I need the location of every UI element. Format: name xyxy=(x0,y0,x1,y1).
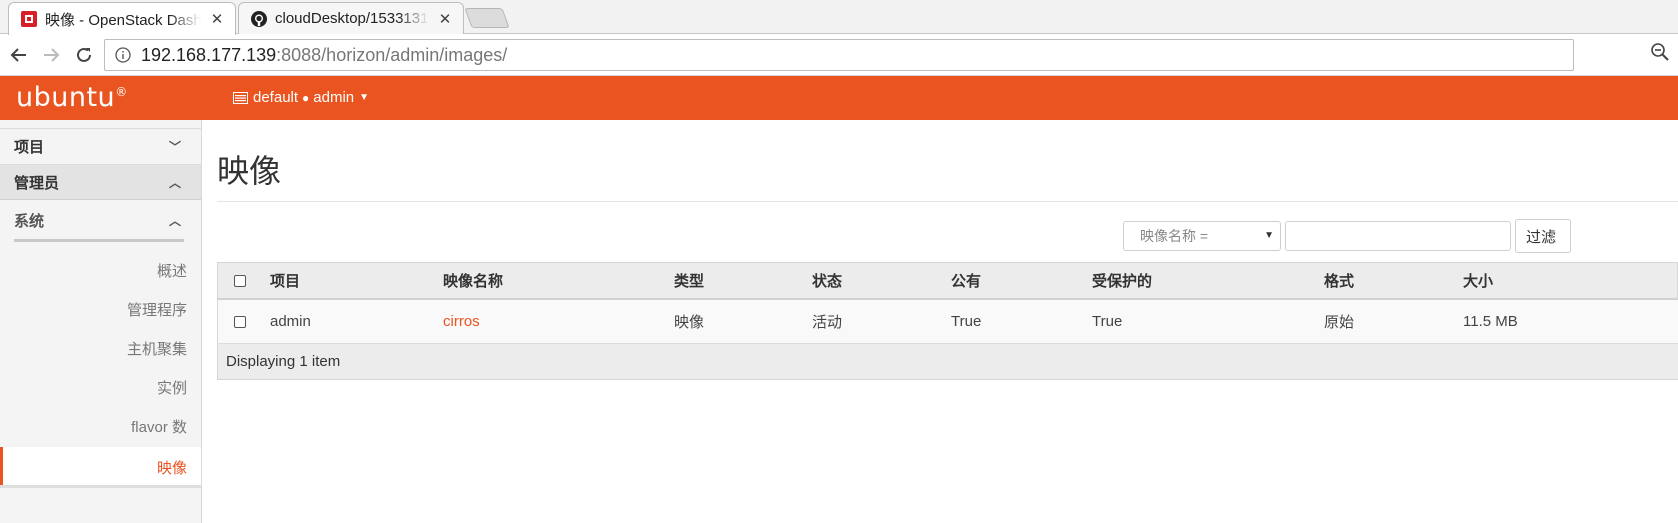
browser-tab-active[interactable]: 映像 - OpenStack Dashboard ✕ xyxy=(8,2,236,35)
cell-type: 映像 xyxy=(674,314,705,331)
sidebar-section-project[interactable]: 项目 ﹀ xyxy=(0,128,201,164)
sidebar-item-overview[interactable]: 概述 xyxy=(157,260,187,281)
github-favicon-icon xyxy=(251,10,267,27)
caret-down-icon: ▼ xyxy=(359,92,370,103)
image-name-link[interactable]: cirros xyxy=(443,300,480,343)
cell-protected: True xyxy=(1092,313,1123,330)
sidebar-section-admin[interactable]: 管理员 ︿ xyxy=(0,164,201,200)
filter-field-value: 映像名称 = xyxy=(1140,228,1209,244)
cell-project: admin xyxy=(270,313,311,330)
browser-tabstrip: 映像 - OpenStack Dashboard ✕ cloudDesktop/… xyxy=(0,0,1678,35)
sidebar-item-instances[interactable]: 实例 xyxy=(157,377,187,398)
filter-button-label: 过滤 xyxy=(1526,228,1557,246)
filter-input[interactable] xyxy=(1285,221,1511,251)
select-all-checkbox[interactable] xyxy=(234,263,246,298)
back-icon[interactable] xyxy=(6,42,32,68)
chevron-up-icon: ︿ xyxy=(168,176,181,190)
column-header-format[interactable]: 格式 xyxy=(1324,263,1354,298)
sidebar-item-flavors[interactable]: flavor 数 xyxy=(131,416,187,437)
page-title: 映像 xyxy=(217,153,282,189)
separator-dot: ● xyxy=(302,90,310,105)
table-row: admin cirros 映像 活动 True True 原始 11.5 MB xyxy=(217,300,1678,344)
dashboard-header: ubuntu® default ● admin ▼ xyxy=(0,76,1678,120)
new-tab-button[interactable] xyxy=(464,8,510,28)
user-name: admin xyxy=(313,89,355,106)
brand-text: ubuntu xyxy=(16,82,116,113)
column-header-project[interactable]: 项目 xyxy=(270,263,300,298)
sidebar-section-label: 项目 xyxy=(14,139,45,156)
brand-mark: ® xyxy=(115,85,128,99)
filter-field-select[interactable]: 映像名称 = ▼ xyxy=(1123,221,1281,251)
browser-toolbar: 192.168.177.139:8088/horizon/admin/image… xyxy=(0,35,1678,76)
column-header-type[interactable]: 类型 xyxy=(674,263,704,298)
url-path: :8088/horizon/admin/images/ xyxy=(276,44,508,65)
url-host: 192.168.177.139 xyxy=(141,44,277,65)
item-count: Displaying 1 item xyxy=(226,353,341,370)
title-divider xyxy=(217,201,1678,202)
reload-icon[interactable] xyxy=(71,42,97,68)
info-icon[interactable] xyxy=(115,47,131,63)
cell-public: True xyxy=(951,313,982,330)
sidebar-group-system[interactable]: 系统 ︿ xyxy=(0,200,201,240)
domain-name: default xyxy=(253,89,299,106)
sidebar: 项目 ﹀ 管理员 ︿ 系统 ︿ 概述 管理程序 主机聚集 实例 flavor 数… xyxy=(0,120,202,523)
address-bar[interactable]: 192.168.177.139:8088/horizon/admin/image… xyxy=(104,39,1574,71)
zoom-icon[interactable] xyxy=(1650,42,1670,67)
column-header-public[interactable]: 公有 xyxy=(951,263,981,298)
sidebar-item-hypervisors[interactable]: 管理程序 xyxy=(127,299,187,320)
table-footer: Displaying 1 item xyxy=(217,344,1678,380)
context-switcher[interactable]: default ● admin ▼ xyxy=(233,89,369,106)
close-tab-icon[interactable]: ✕ xyxy=(437,10,453,28)
sidebar-item-label: 映像 xyxy=(156,460,187,477)
images-table: 项目 映像名称 类型 状态 公有 受保护的 格式 大小 admin cirros… xyxy=(217,262,1678,380)
table-header-row: 项目 映像名称 类型 状态 公有 受保护的 格式 大小 xyxy=(217,262,1678,300)
cell-format: 原始 xyxy=(1324,314,1355,331)
sidebar-item-host-aggregates[interactable]: 主机聚集 xyxy=(127,338,187,359)
close-tab-icon[interactable]: ✕ xyxy=(209,10,225,28)
cell-size: 11.5 MB xyxy=(1463,313,1518,330)
sidebar-divider xyxy=(0,485,201,488)
domain-icon xyxy=(233,91,248,104)
browser-tab[interactable]: cloudDesktop/1533131 ✕ xyxy=(238,2,464,34)
cell-status: 活动 xyxy=(812,314,843,331)
sidebar-divider xyxy=(14,239,184,242)
tab-title: cloudDesktop/1533131 xyxy=(275,10,429,27)
openstack-favicon-icon xyxy=(21,11,37,27)
dropdown-arrow-icon: ▼ xyxy=(1264,230,1274,241)
sidebar-section-label: 管理员 xyxy=(14,174,60,192)
sidebar-item-images[interactable]: 映像 xyxy=(0,447,201,485)
tab-title: 映像 - OpenStack Dashboard xyxy=(45,11,201,29)
chevron-down-icon: ﹀ xyxy=(168,140,181,154)
filter-button[interactable]: 过滤 xyxy=(1515,219,1571,253)
column-header-status[interactable]: 状态 xyxy=(812,263,842,298)
row-checkbox[interactable] xyxy=(234,300,246,343)
ubuntu-logo[interactable]: ubuntu® xyxy=(16,82,128,113)
column-header-image-name[interactable]: 映像名称 xyxy=(443,263,503,298)
chevron-up-icon: ︿ xyxy=(168,214,181,228)
column-header-size[interactable]: 大小 xyxy=(1463,263,1493,298)
forward-icon[interactable] xyxy=(38,42,64,68)
column-header-protected[interactable]: 受保护的 xyxy=(1092,263,1152,298)
sidebar-group-label: 系统 xyxy=(14,212,45,230)
